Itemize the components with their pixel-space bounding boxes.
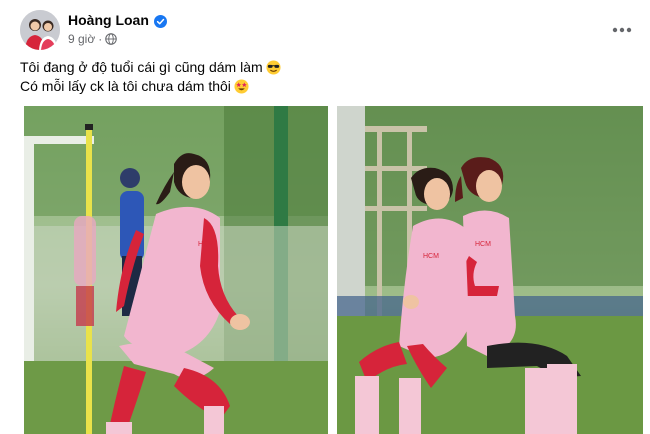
author-avatar[interactable] bbox=[20, 10, 60, 50]
svg-text:HCM: HCM bbox=[198, 241, 214, 248]
facebook-post: Hoàng Loan 9 giờ · Tôi đang ở độ tuổi cá… bbox=[0, 0, 650, 434]
post-header: Hoàng Loan 9 giờ · bbox=[20, 10, 640, 50]
caption-line-1: Tôi đang ở độ tuổi cái gì cũng dám làm bbox=[20, 58, 620, 77]
svg-text:HCM: HCM bbox=[423, 253, 439, 260]
caption-line-2: Có mỗi lấy ck là tôi chưa dám thôi bbox=[20, 77, 620, 96]
caption-text-1: Tôi đang ở độ tuổi cái gì cũng dám làm bbox=[20, 59, 263, 75]
more-dots-icon bbox=[612, 27, 632, 33]
sunglasses-emoji-icon bbox=[266, 60, 281, 75]
post-caption: Tôi đang ở độ tuổi cái gì cũng dám làm C… bbox=[20, 58, 620, 96]
post-photo-1[interactable]: HCM bbox=[24, 106, 328, 434]
meta-separator: · bbox=[98, 32, 103, 46]
post-photo-2[interactable]: HCM HCM bbox=[337, 106, 643, 434]
author-name[interactable]: Hoàng Loan bbox=[68, 11, 149, 29]
post-meta: 9 giờ · bbox=[68, 31, 117, 47]
more-options-button[interactable] bbox=[608, 16, 636, 44]
globe-icon bbox=[105, 33, 117, 45]
verified-badge-icon bbox=[153, 14, 167, 28]
svg-text:HCM: HCM bbox=[475, 241, 491, 248]
caption-text-2: Có mỗi lấy ck là tôi chưa dám thôi bbox=[20, 78, 231, 94]
post-time[interactable]: 9 giờ bbox=[68, 31, 95, 47]
star-struck-emoji-icon bbox=[234, 79, 249, 94]
